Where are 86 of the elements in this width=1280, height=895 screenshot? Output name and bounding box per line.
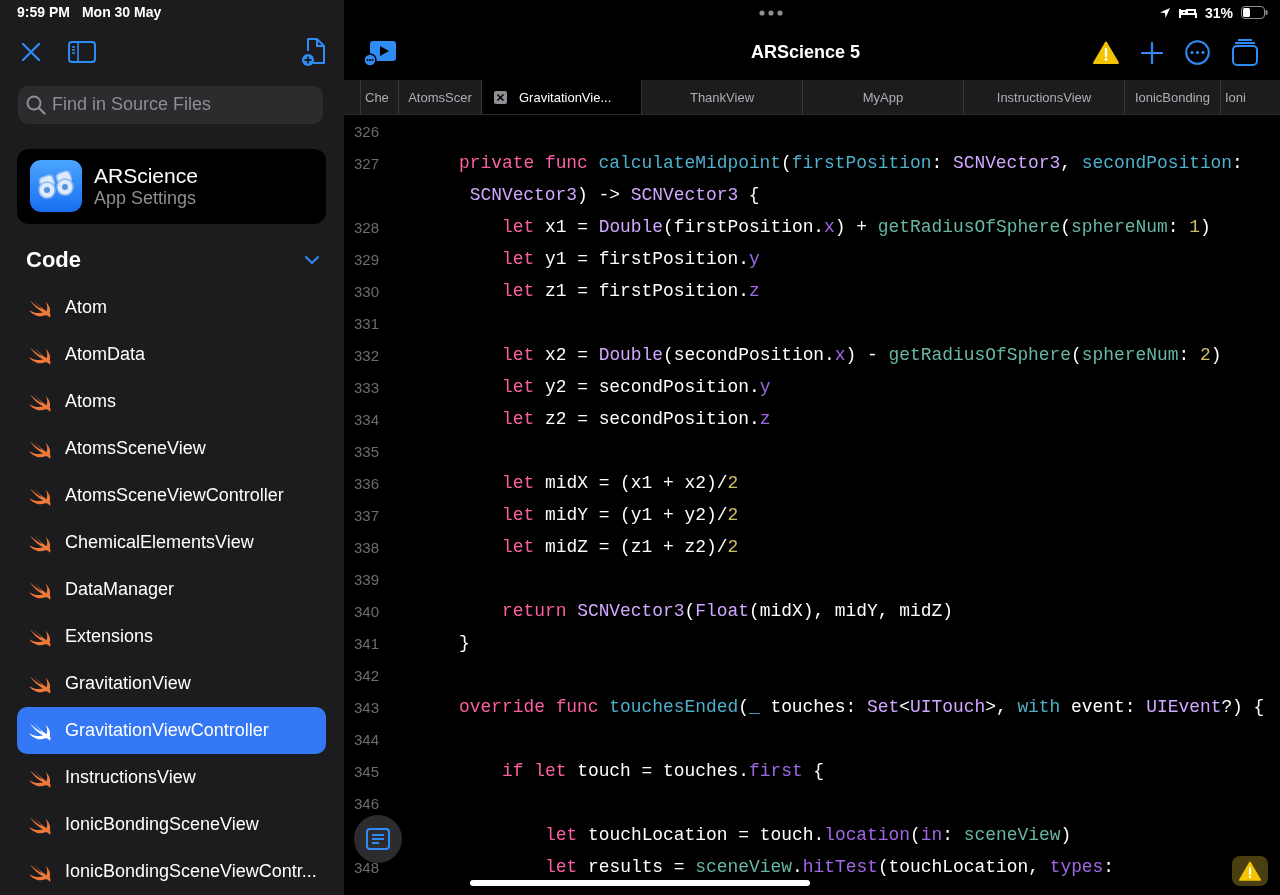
- code-line: let midX = (x1 + x2)/2: [502, 473, 739, 493]
- line-number: 345: [354, 762, 381, 780]
- line-number: 341: [354, 634, 381, 652]
- app-settings-card[interactable]: ARScience App Settings: [17, 148, 326, 224]
- editor-tab[interactable]: InstructionsView: [963, 80, 1124, 114]
- app-name: ARScience: [94, 163, 198, 188]
- code-line: let midY = (y1 + y2)/2: [502, 505, 739, 525]
- line-number: 343: [354, 698, 381, 716]
- line-number: 339: [354, 570, 381, 588]
- search-field[interactable]: Find in Source Files: [18, 85, 323, 124]
- status-time: 9:59 PM: [17, 4, 70, 21]
- line-number: 326: [354, 122, 381, 140]
- multitasking-dots-icon[interactable]: [759, 9, 784, 16]
- project-title: ARScience 5: [749, 42, 862, 63]
- code-line: let z1 = firstPosition.z: [502, 281, 760, 301]
- code-line: let results = sceneView.hitTest(touchLocation, types:: [545, 857, 1115, 877]
- line-number: 331: [354, 314, 381, 332]
- editor-tab[interactable]: ThankView: [641, 80, 802, 114]
- file-item[interactable]: GravitationViewController: [17, 707, 326, 754]
- line-number: 330: [354, 282, 381, 300]
- new-file-icon[interactable]: [300, 36, 328, 67]
- code-line: }: [459, 633, 470, 653]
- code-line: let z2 = secondPosition.z: [502, 409, 771, 429]
- line-number: 338: [354, 538, 381, 556]
- file-item[interactable]: Extensions: [17, 613, 326, 660]
- section-title: Code: [26, 247, 81, 274]
- close-icon[interactable]: [20, 40, 42, 63]
- line-number: 342: [354, 666, 381, 684]
- code-line: SCNVector3) -> SCNVector3 {: [469, 185, 760, 205]
- file-item[interactable]: Atoms: [17, 378, 326, 425]
- code-line: let y1 = firstPosition.y: [502, 249, 760, 269]
- file-item[interactable]: DataManager: [17, 566, 326, 613]
- warning-icon[interactable]: [1093, 41, 1119, 64]
- line-number: 348: [354, 858, 381, 876]
- line-number: 333: [354, 378, 381, 396]
- file-item[interactable]: IonicBondingSceneViewContr...: [17, 848, 326, 895]
- editor-tab[interactable]: GravitationVie...: [481, 80, 641, 114]
- outline-button[interactable]: [354, 815, 402, 863]
- close-tab-icon[interactable]: [494, 90, 507, 104]
- run-app-icon[interactable]: [364, 38, 398, 67]
- add-icon[interactable]: [1141, 41, 1163, 64]
- code-line: let y2 = secondPosition.y: [502, 377, 771, 397]
- more-options-icon[interactable]: [1185, 40, 1210, 65]
- location-arrow-icon: [1158, 6, 1171, 19]
- line-number: 337: [354, 506, 381, 524]
- code-line: override func touchesEnded(_ touches: Set<UITouch>, with event: UIEvent?) {: [459, 697, 1265, 717]
- battery-percent: 31%: [1204, 4, 1233, 21]
- line-number: 334: [354, 410, 381, 428]
- window-stack-icon[interactable]: [1232, 39, 1258, 66]
- code-line: let x1 = Double(firstPosition.x) + getRadiusOfSphere(sphereNum: 1): [502, 217, 1211, 237]
- warning-button[interactable]: [1232, 856, 1268, 886]
- list-icon: [366, 828, 390, 850]
- binoculars-app-icon: [30, 160, 82, 213]
- code-line: return SCNVector3(Float(midX), midY, midZ): [502, 601, 953, 621]
- line-number: 346: [354, 794, 381, 812]
- code-line: private func calculateMidpoint(firstPosition: SCNVector3, secondPosition:: [459, 153, 1243, 173]
- line-number: 336: [354, 474, 381, 492]
- file-item[interactable]: Atom: [17, 284, 326, 331]
- editor-tab[interactable]: IonicBonding: [1124, 80, 1220, 114]
- line-number: 327: [354, 154, 381, 172]
- app-subtitle: App Settings: [94, 187, 198, 209]
- file-item[interactable]: GravitationView: [17, 660, 326, 707]
- code-line: let midZ = (z1 + z2)/2: [502, 537, 739, 557]
- search-icon: [26, 94, 46, 115]
- file-item[interactable]: AtomsSceneView: [17, 425, 326, 472]
- line-number: 335: [354, 442, 381, 460]
- editor-tab[interactable]: Ioni: [1220, 80, 1260, 114]
- file-item[interactable]: ChemicalElementsView: [17, 519, 326, 566]
- code-line: let touchLocation = touch.location(in: sceneView): [545, 825, 1072, 845]
- editor-tab[interactable]: Che: [360, 80, 398, 114]
- line-number: 332: [354, 346, 381, 364]
- status-date: Mon 30 May: [81, 4, 162, 21]
- editor-tab[interactable]: MyApp: [802, 80, 963, 114]
- file-item[interactable]: InstructionsView: [17, 754, 326, 801]
- battery-icon: [1241, 6, 1268, 19]
- file-item[interactable]: AtomData: [17, 331, 326, 378]
- sidebar-toggle-icon[interactable]: [68, 40, 96, 63]
- line-number: 340: [354, 602, 381, 620]
- file-item[interactable]: AtomsSceneViewController: [17, 472, 326, 519]
- code-line: if let touch = touches.first {: [502, 761, 825, 781]
- line-number: 328: [354, 218, 381, 236]
- bed-icon: [1178, 6, 1197, 19]
- line-number: 344: [354, 730, 381, 748]
- file-item[interactable]: IonicBondingSceneView: [17, 801, 326, 848]
- line-number: 329: [354, 250, 381, 268]
- code-line: let x2 = Double(secondPosition.x) - getRadiusOfSphere(sphereNum: 2): [502, 345, 1222, 365]
